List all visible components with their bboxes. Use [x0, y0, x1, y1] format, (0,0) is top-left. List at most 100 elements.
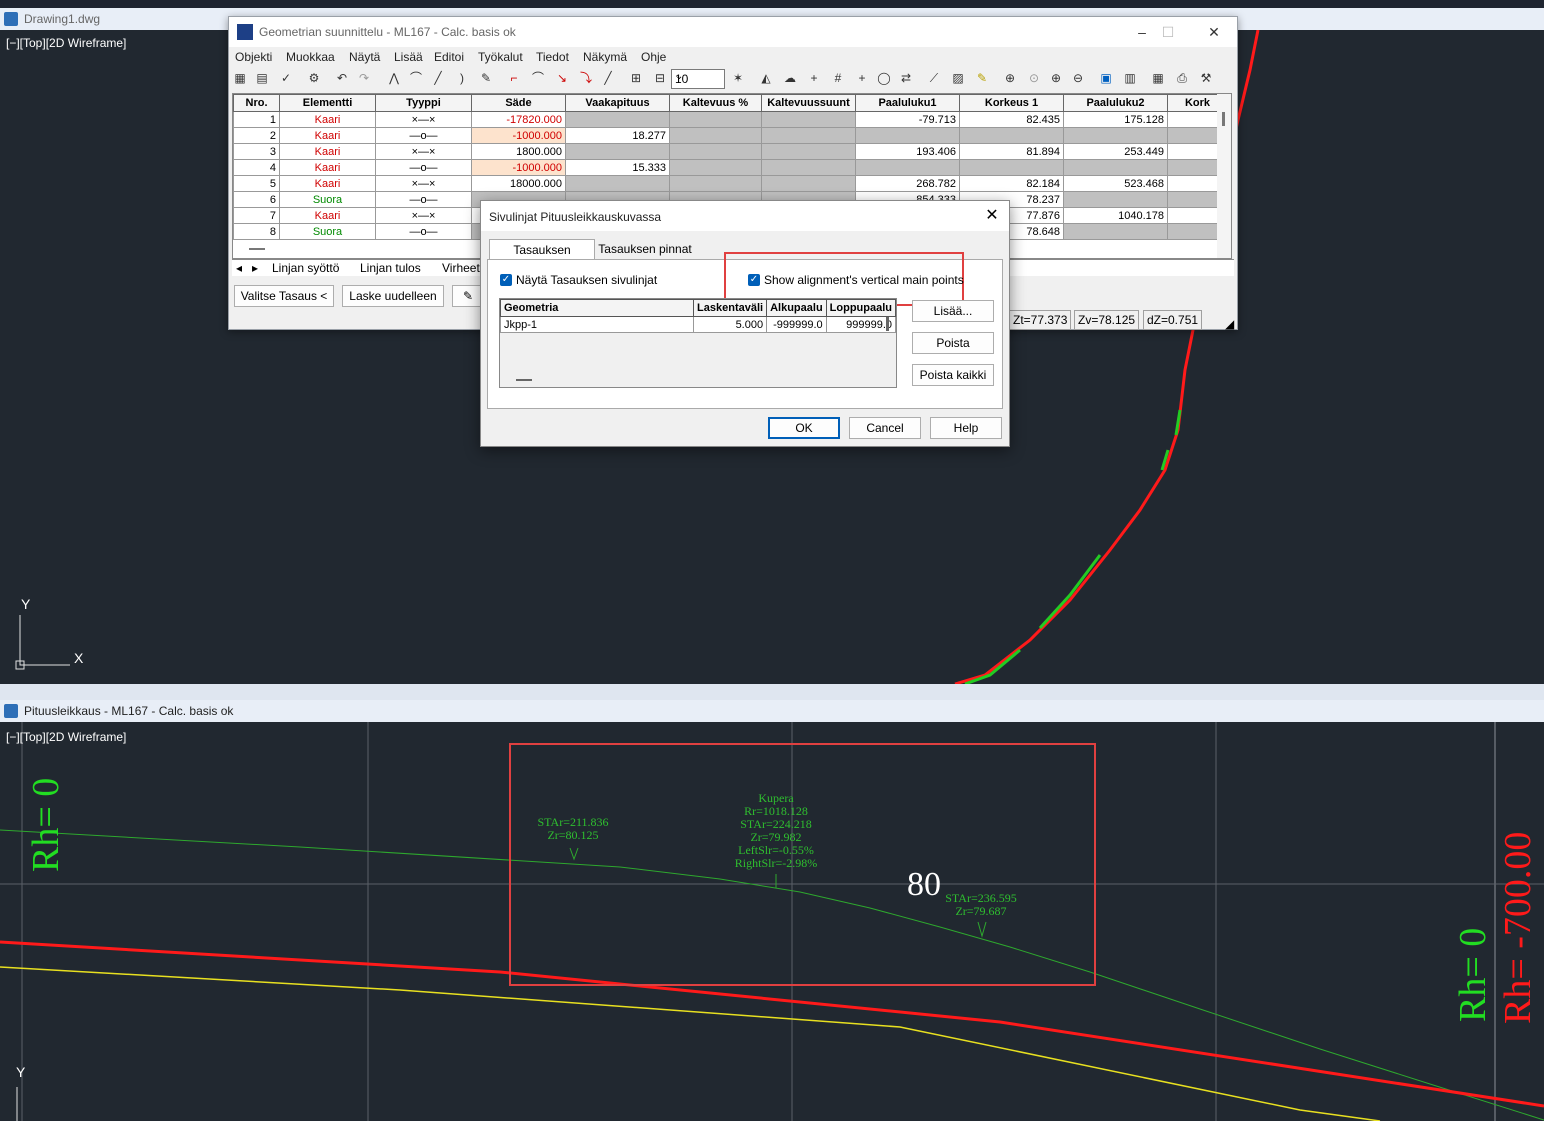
cell-kaltevuussuunta[interactable]	[761, 175, 856, 192]
menu-tyokalut[interactable]: Työkalut	[478, 50, 523, 64]
col-paaluluku2[interactable]: Paaluluku2	[1063, 94, 1168, 112]
table-row[interactable]: 3 Kaari ×—× 1800.000 193.406 81.894 253.…	[233, 143, 1228, 160]
col-loppupaalu[interactable]: Loppupaalu	[825, 299, 896, 317]
show-main-points-checkbox[interactable]: ✓	[748, 274, 760, 286]
zoom-out-icon[interactable]: ⊖	[1071, 71, 1085, 85]
map-icon[interactable]: ▦	[233, 71, 247, 85]
table-row[interactable]: 1 Kaari ×—× -17820.000 -79.713 82.435 17…	[233, 111, 1228, 128]
settings-icon[interactable]: ⚒	[1199, 71, 1213, 85]
show-main-points-label[interactable]: Show alignment's vertical main points	[764, 273, 964, 287]
cell-kaltevuussuunta[interactable]	[761, 111, 856, 128]
cell-alkupaalu[interactable]: -999999.0	[766, 316, 827, 333]
recalculate-button[interactable]: Laske uudelleen	[342, 285, 444, 307]
resize-grip-icon[interactable]: ◢	[1225, 317, 1235, 331]
cell-vaakapituus[interactable]: 18.277	[565, 127, 670, 144]
select-alignment-button[interactable]: Valitse Tasaus <	[234, 285, 334, 307]
hatch-icon[interactable]: ▨	[951, 71, 965, 85]
cell-elementti[interactable]: Suora	[279, 191, 376, 208]
help-button[interactable]: Help	[930, 417, 1002, 439]
transition-icon[interactable]: ⤵	[579, 71, 593, 85]
show-side-lines-label[interactable]: Näytä Tasauksen sivulinjat	[516, 273, 657, 287]
cell-nro[interactable]: 1	[233, 111, 280, 128]
arc-type-icon[interactable]: ×—×	[375, 175, 472, 192]
cell-elementti[interactable]: Kaari	[279, 175, 376, 192]
col-geometria[interactable]: Geometria	[500, 299, 695, 317]
col-tyyppi[interactable]: Tyyppi	[375, 94, 472, 112]
cell-sade[interactable]: 18000.000	[471, 175, 566, 192]
cell-elementti[interactable]: Kaari	[279, 207, 376, 224]
edit-tool-icon[interactable]: ✎	[479, 71, 493, 85]
zoom-window-icon[interactable]: ⊙	[1027, 71, 1041, 85]
line-tool-icon[interactable]: ╱	[431, 71, 445, 85]
menu-muokkaa[interactable]: Muokkaa	[286, 50, 335, 64]
col-alkupaalu[interactable]: Alkupaalu	[766, 299, 827, 317]
tab-tasauksen-sivulinjat[interactable]: Tasauksen sivulinjat	[489, 239, 595, 277]
cell-paaluluku2[interactable]	[1063, 223, 1168, 240]
cell-paaluluku2[interactable]: 1040.178	[1063, 207, 1168, 224]
col-laskentavali[interactable]: Laskentaväli	[693, 299, 768, 317]
zoom-combobox[interactable]: 10 ⌄	[671, 69, 725, 89]
profile-view-label[interactable]: [−][Top][2D Wireframe]	[6, 730, 126, 744]
check-icon[interactable]: ✓	[279, 71, 293, 85]
menu-objekti[interactable]: Objekti	[235, 50, 272, 64]
diagonal-icon[interactable]: ╱	[601, 71, 615, 85]
col-nro[interactable]: Nro.	[233, 94, 280, 112]
cell-nro[interactable]: 7	[233, 207, 280, 224]
table-row[interactable]: 5 Kaari ×—× 18000.000 268.782 82.184 523…	[233, 175, 1228, 192]
table-row[interactable]: Jkpp-1 5.000 -999999.0 999999.0	[500, 316, 896, 333]
cell-vaakapituus[interactable]	[565, 111, 670, 128]
cell-elementti[interactable]: Kaari	[279, 111, 376, 128]
menu-nayta[interactable]: Näytä	[349, 50, 380, 64]
cell-vaakapituus[interactable]: 15.333	[565, 159, 670, 176]
cell-kaltevuus[interactable]	[669, 127, 762, 144]
show-side-lines-checkbox[interactable]: ✓	[500, 274, 512, 286]
cell-vaakapituus[interactable]	[565, 175, 670, 192]
layers-icon[interactable]: ▣	[1099, 71, 1113, 85]
scroll-thumb[interactable]	[1222, 112, 1225, 126]
cell-paaluluku1[interactable]	[855, 159, 960, 176]
cell-kaltevuus[interactable]	[669, 175, 762, 192]
vertical-arc-type-icon[interactable]: —o—	[375, 127, 472, 144]
cell-korkeus1[interactable]: 82.435	[959, 111, 1064, 128]
layer-manager-icon[interactable]: ▥	[1123, 71, 1137, 85]
menu-lisaa[interactable]: Lisää	[394, 50, 423, 64]
cell-paaluluku2[interactable]: 253.449	[1063, 143, 1168, 160]
ok-button[interactable]: OK	[768, 417, 840, 439]
cell-sade[interactable]: -1000.000	[471, 127, 566, 144]
arc-type-icon[interactable]: ×—×	[375, 143, 472, 160]
vertical-arc-type-icon[interactable]: —o—	[375, 159, 472, 176]
add-button[interactable]: Lisää...	[912, 300, 994, 322]
cell-kaltevuussuunta[interactable]	[761, 127, 856, 144]
scroll-thumb[interactable]	[886, 317, 889, 331]
wand-icon[interactable]: ✶	[731, 71, 745, 85]
export-icon[interactable]: ⎙	[1175, 71, 1189, 85]
cell-nro[interactable]: 5	[233, 175, 280, 192]
tab-linjan-syotto[interactable]: Linjan syöttö	[272, 261, 339, 275]
cell-paaluluku1[interactable]: -79.713	[855, 111, 960, 128]
cell-elementti[interactable]: Kaari	[279, 143, 376, 160]
col-korkeus1[interactable]: Korkeus 1	[959, 94, 1064, 112]
cell-nro[interactable]: 8	[233, 223, 280, 240]
menu-tiedot[interactable]: Tiedot	[536, 50, 569, 64]
parallel-icon[interactable]: #	[831, 71, 845, 85]
horizontal-scroll-thumb[interactable]	[516, 379, 532, 381]
cell-nro[interactable]: 2	[233, 127, 280, 144]
cell-elementti[interactable]: Kaari	[279, 127, 376, 144]
cell-korkeus1[interactable]	[959, 159, 1064, 176]
spiral-icon[interactable]: ↘	[555, 71, 569, 85]
cell-kaltevuussuunta[interactable]	[761, 159, 856, 176]
arc-icon[interactable]: ⌒	[531, 71, 545, 85]
menu-nakyma[interactable]: Näkymä	[583, 50, 627, 64]
cell-paaluluku2[interactable]: 175.128	[1063, 111, 1168, 128]
tangent-arc-icon[interactable]: ⌐	[507, 71, 521, 85]
tab-scroll-left-icon[interactable]: ◂	[236, 261, 242, 275]
cell-kaltevuus[interactable]	[669, 159, 762, 176]
surface-icon[interactable]: ☁	[783, 71, 797, 85]
col-vaakapituus[interactable]: Vaakapituus	[565, 94, 670, 112]
cell-sade[interactable]: -1000.000	[471, 159, 566, 176]
intersect-icon[interactable]: +	[807, 71, 821, 85]
cell-nro[interactable]: 3	[233, 143, 280, 160]
col-kaltevuussuunta[interactable]: Kaltevuussuunt	[761, 94, 856, 112]
cell-paaluluku2[interactable]: 523.468	[1063, 175, 1168, 192]
cell-elementti[interactable]: Kaari	[279, 159, 376, 176]
